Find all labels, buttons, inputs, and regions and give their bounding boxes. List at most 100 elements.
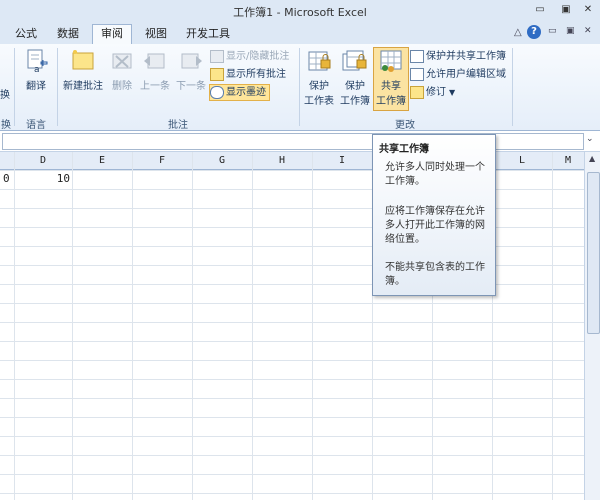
show-all-comments-label: 显示所有批注 [226, 69, 286, 80]
workbook-minimize-icon[interactable]: ▭ [548, 26, 557, 36]
column-header-i[interactable]: I [312, 152, 373, 169]
protect-sheet-button[interactable]: 保护 工作表 [302, 48, 336, 107]
protect-workbook-label-2: 工作簿 [340, 96, 370, 107]
show-hide-comment-button[interactable]: 显示/隐藏批注 [210, 49, 289, 64]
cell-c1-partial[interactable]: 0 [3, 172, 10, 185]
allow-edit-ranges-label: 允许用户编辑区域 [426, 69, 506, 80]
grid-line [192, 152, 193, 500]
language-group-label: 语言 [26, 120, 46, 131]
group-separator [299, 48, 300, 126]
track-changes-label: 修订 [426, 87, 446, 98]
tooltip-paragraph-2: 应将工作簿保存在允许多人打开此工作簿的网络位置。 [385, 206, 485, 245]
workbook-close-icon[interactable]: ✕ [584, 26, 592, 36]
column-header-partial[interactable] [0, 152, 15, 169]
workbook-restore-icon[interactable]: ▣ [566, 26, 575, 36]
column-header-d[interactable]: D [14, 152, 73, 169]
share-workbook-button[interactable]: 共享 工作簿 [373, 47, 409, 111]
delete-comment-label: 删除 [112, 81, 132, 92]
tab-developer[interactable]: 开发工具 [180, 25, 236, 43]
column-header-h[interactable]: H [252, 152, 313, 169]
worksheet-grid[interactable] [0, 170, 584, 500]
grid-line [252, 152, 253, 500]
grid-line [312, 152, 313, 500]
share-workbook-tooltip: 共享工作簿 允许多人同时处理一个工作簿。 应将工作簿保存在允许多人打开此工作簿的… [372, 134, 496, 296]
tab-data[interactable]: 数据 [50, 25, 86, 43]
tooltip-paragraph-1: 允许多人同时处理一个工作簿。 [385, 162, 485, 187]
track-changes-button[interactable]: 修订 ▼ [410, 85, 455, 100]
ribbon-tab-row: 公式 数据 审阅 视图 开发工具 △ ? ▭ ▣ ✕ [0, 22, 600, 45]
next-comment-button[interactable]: 下一条 [174, 48, 208, 92]
scrollbar-thumb[interactable] [587, 172, 600, 334]
column-header-row: D E F G H I L M [0, 152, 585, 170]
protect-workbook-button[interactable]: 保护 工作簿 [338, 48, 372, 107]
formula-input[interactable] [2, 133, 584, 150]
comments-group-label: 批注 [168, 120, 188, 131]
translate-icon: a [27, 49, 48, 75]
previous-comment-button[interactable]: 上一条 [138, 48, 172, 92]
tab-formulas[interactable]: 公式 [8, 25, 44, 43]
tooltip-title: 共享工作簿 [379, 144, 429, 155]
show-all-comments-icon [210, 67, 224, 81]
partial-left-group-label: 换 [1, 120, 11, 131]
show-ink-button[interactable]: 显示墨迹 [209, 84, 270, 101]
tooltip-paragraph-3: 不能共享包含表的工作簿。 [385, 262, 485, 287]
translate-label: 翻译 [26, 81, 46, 92]
scroll-up-icon[interactable]: ▲ [589, 154, 595, 163]
group-separator [14, 48, 15, 126]
new-comment-button[interactable]: 新建批注 [60, 48, 106, 92]
previous-comment-icon [144, 53, 165, 69]
expand-formula-bar-icon[interactable]: ⌄ [586, 134, 594, 144]
delete-comment-button[interactable]: 删除 [108, 48, 136, 92]
group-separator [57, 48, 58, 126]
next-comment-icon [181, 53, 202, 69]
protect-sheet-label-2: 工作表 [304, 96, 334, 107]
next-comment-label: 下一条 [176, 81, 206, 92]
show-hide-comment-icon [210, 49, 224, 63]
title-bar: 工作簿1 - Microsoft Excel ▭ ▣ ✕ [0, 0, 600, 22]
grid-line [552, 152, 553, 500]
track-changes-icon [410, 85, 424, 99]
help-icon[interactable]: ? [527, 25, 541, 39]
protect-sheet-icon [308, 51, 331, 71]
window-title: 工作簿1 - Microsoft Excel [233, 6, 367, 19]
protect-and-share-button[interactable]: 保护并共享工作簿 [410, 49, 506, 64]
ribbon: 换 换 a 翻译 语言 新建批注 删除 上一条 下一条 显示/隐藏批注 显示所有… [0, 44, 600, 131]
tab-review[interactable]: 审阅 [92, 24, 132, 45]
protect-and-share-icon [410, 49, 424, 63]
collapse-ribbon-icon[interactable]: △ [514, 27, 522, 38]
column-header-e[interactable]: E [72, 152, 133, 169]
previous-comment-label: 上一条 [140, 81, 170, 92]
minimize-button[interactable]: ▭ [532, 3, 548, 17]
vertical-scrollbar[interactable]: ▲ [584, 152, 600, 500]
new-comment-label: 新建批注 [63, 81, 103, 92]
show-ink-label: 显示墨迹 [226, 87, 266, 98]
column-header-f[interactable]: F [132, 152, 193, 169]
protect-workbook-label-1: 保护 [345, 81, 365, 92]
column-header-m[interactable]: M [552, 152, 585, 169]
allow-edit-ranges-icon [410, 67, 424, 81]
show-hide-comment-label: 显示/隐藏批注 [226, 51, 290, 62]
allow-edit-ranges-button[interactable]: 允许用户编辑区域 [410, 67, 506, 82]
column-header-g[interactable]: G [192, 152, 253, 169]
protect-sheet-label-1: 保护 [309, 81, 329, 92]
dropdown-arrow-icon: ▼ [449, 88, 456, 97]
show-all-comments-button[interactable]: 显示所有批注 [210, 67, 286, 82]
close-button[interactable]: ✕ [580, 3, 596, 17]
column-header-l[interactable]: L [492, 152, 553, 169]
protect-workbook-icon [342, 50, 367, 71]
share-workbook-icon [380, 50, 402, 72]
delete-comment-icon [112, 53, 132, 69]
formula-bar: ⌄ [0, 131, 600, 152]
changes-group-label: 更改 [395, 120, 415, 131]
restore-button[interactable]: ▣ [558, 3, 574, 17]
translate-button[interactable]: a 翻译 [18, 48, 54, 92]
group-separator [512, 48, 513, 126]
partial-left-button[interactable]: 换 [0, 86, 10, 101]
cell-d1[interactable]: 10 [14, 172, 70, 185]
share-workbook-label-1: 共享 [381, 81, 401, 92]
new-comment-icon [72, 50, 94, 70]
share-workbook-label-2: 工作簿 [376, 96, 406, 107]
tab-view[interactable]: 视图 [138, 25, 174, 43]
grid-line [72, 152, 73, 500]
protect-and-share-label: 保护并共享工作簿 [426, 51, 506, 62]
